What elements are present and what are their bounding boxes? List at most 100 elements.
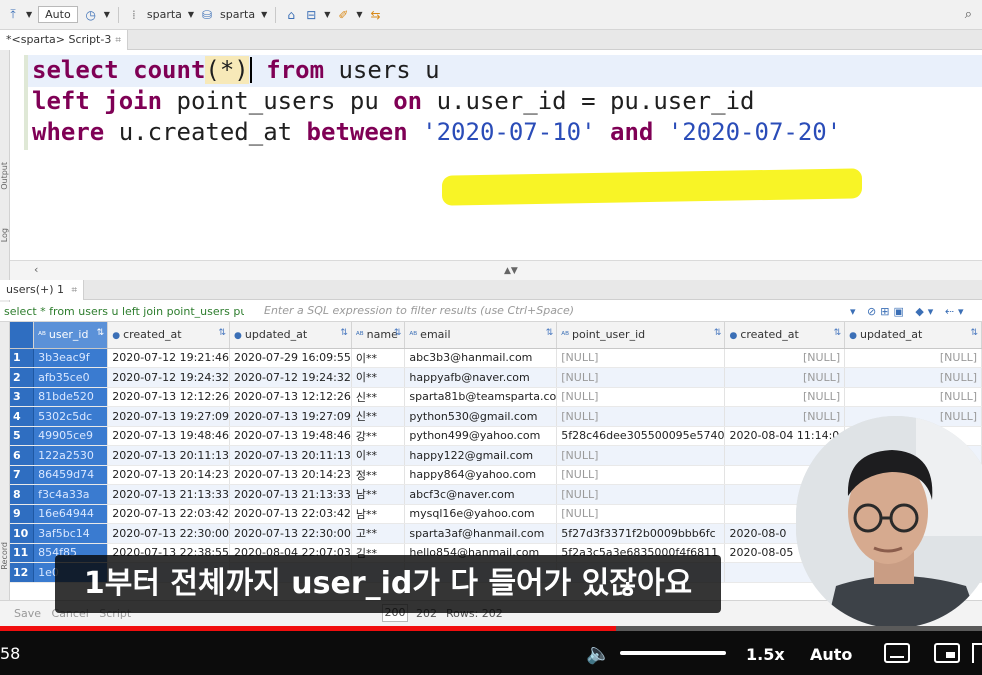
column-header-name[interactable]: ᴬᴮ name ⇅: [351, 322, 406, 349]
table-cell[interactable]: [NULL]: [556, 484, 726, 505]
table-cell[interactable]: 2020-07-13 19:48:46: [107, 426, 231, 446]
row-number[interactable]: 2: [10, 367, 35, 388]
table-cell[interactable]: [NULL]: [844, 387, 982, 407]
cell-user-id[interactable]: 81bde520: [33, 387, 109, 407]
panel-toggle-icon[interactable]: ▲▼: [504, 266, 518, 276]
table-cell[interactable]: [NULL]: [556, 445, 726, 466]
save-button[interactable]: Save: [14, 607, 41, 620]
quality-button[interactable]: Auto: [810, 645, 852, 664]
close-icon[interactable]: ⌗: [115, 35, 121, 46]
table-cell[interactable]: 2020-07-13 20:11:13: [107, 445, 231, 466]
volume-slider[interactable]: [620, 651, 726, 655]
table-cell[interactable]: [NULL]: [724, 406, 846, 427]
table-cell[interactable]: 2020-07-13 21:13:33: [107, 484, 231, 505]
cell-user-id[interactable]: 49905ce9: [33, 426, 109, 446]
table-cell[interactable]: [NULL]: [844, 367, 982, 388]
table-cell[interactable]: 2020-07-13 19:27:09: [229, 406, 352, 427]
table-cell[interactable]: [NULL]: [844, 348, 982, 368]
format-icon[interactable]: ⌂: [284, 8, 298, 22]
table-cell[interactable]: 2020-07-13 19:27:09: [107, 406, 231, 427]
chevron-down-icon[interactable]: ▼: [356, 10, 362, 19]
row-number[interactable]: 11: [10, 543, 35, 563]
table-cell[interactable]: python499@yahoo.com: [404, 426, 558, 446]
table-cell[interactable]: [NULL]: [556, 465, 726, 485]
table-cell[interactable]: 이**: [351, 367, 406, 388]
sort-icon[interactable]: ⇅: [714, 328, 722, 338]
sql-editor[interactable]: select count(*) from users u left join p…: [10, 50, 982, 260]
miniplayer-icon[interactable]: [934, 643, 960, 663]
table-cell[interactable]: 신**: [351, 406, 406, 427]
row-number[interactable]: 7: [10, 465, 35, 485]
table-cell[interactable]: [NULL]: [556, 367, 726, 388]
table-cell[interactable]: [NULL]: [556, 348, 726, 368]
filter-expression-input[interactable]: Enter a SQL expression to filter results…: [250, 303, 840, 321]
table-cell[interactable]: 이**: [351, 445, 406, 466]
table-cell[interactable]: 고**: [351, 523, 406, 544]
table-row[interactable]: 1 3b3eac9f 2020-07-12 19:21:46 2020-07-29 1…: [10, 348, 982, 368]
row-number[interactable]: 6: [10, 445, 35, 466]
cell-user-id[interactable]: afb35ce0: [33, 367, 109, 388]
table-cell[interactable]: 2020-07-13 20:11:13: [229, 445, 352, 466]
table-cell[interactable]: [NULL]: [724, 387, 846, 407]
table-cell[interactable]: 남**: [351, 484, 406, 505]
cell-user-id[interactable]: 122a2530: [33, 445, 109, 466]
output-panel-label[interactable]: Output: [0, 162, 10, 190]
table-row[interactable]: 3 81bde520 2020-07-13 12:12:26 2020-07-13 1…: [10, 387, 982, 407]
table-cell[interactable]: 2020-07-13 22:03:42: [229, 504, 352, 524]
cell-user-id[interactable]: 16e64944: [33, 504, 109, 524]
sort-icon[interactable]: ⇅: [970, 328, 978, 338]
table-cell[interactable]: [NULL]: [556, 387, 726, 407]
column-header-user-id[interactable]: ᴬᴮ user_id ⇅: [33, 322, 109, 349]
chevron-down-icon[interactable]: ▼: [324, 10, 330, 19]
filter-tool-icons[interactable]: ▾ ⊘⊞▣ ◆▾ ⇠▾: [850, 302, 968, 322]
table-cell[interactable]: 2020-07-13 22:30:00: [107, 523, 231, 544]
table-cell[interactable]: 남**: [351, 504, 406, 524]
column-header-pu-updated-at[interactable]: ● updated_at ⇅: [844, 322, 982, 349]
row-number[interactable]: 4: [10, 406, 35, 427]
sort-icon[interactable]: ⇅: [340, 328, 348, 338]
search-icon[interactable]: ⌕: [965, 7, 972, 22]
table-cell[interactable]: [NULL]: [724, 348, 846, 368]
table-cell[interactable]: 2020-07-13 20:14:23: [107, 465, 231, 485]
cell-user-id[interactable]: 3b3eac9f: [33, 348, 109, 368]
row-number[interactable]: 8: [10, 484, 35, 505]
table-cell[interactable]: 2020-07-29 16:09:55: [229, 348, 352, 368]
fullscreen-icon[interactable]: [972, 643, 982, 663]
table-cell[interactable]: 2020-07-13 12:12:26: [107, 387, 231, 407]
table-cell[interactable]: 2020-07-13 22:03:42: [107, 504, 231, 524]
cell-user-id[interactable]: 5302c5dc: [33, 406, 109, 427]
cell-user-id[interactable]: 3af5bc14: [33, 523, 109, 544]
table-row[interactable]: 4 5302c5dc 2020-07-13 19:27:09 2020-07-13 1…: [10, 406, 982, 427]
table-cell[interactable]: 2020-07-12 19:24:32: [107, 367, 231, 388]
table-cell[interactable]: [NULL]: [556, 406, 726, 427]
table-cell[interactable]: python530@gmail.com: [404, 406, 558, 427]
column-header-pu-created-at[interactable]: ● created_at ⇅: [724, 322, 846, 349]
cell-user-id[interactable]: 86459d74: [33, 465, 109, 485]
table-cell[interactable]: 정**: [351, 465, 406, 485]
navigate-icon[interactable]: ⇆: [369, 8, 383, 22]
sql-code[interactable]: select count(*) from users u left join p…: [32, 55, 841, 148]
datasource-selector[interactable]: sparta: [147, 8, 182, 21]
chevron-down-icon[interactable]: ▼: [26, 10, 32, 19]
table-cell[interactable]: happyafb@naver.com: [404, 367, 558, 388]
highlight-icon[interactable]: ⊟: [304, 8, 318, 22]
table-cell[interactable]: sparta3af@hanmail.com: [404, 523, 558, 544]
table-cell[interactable]: 2020-07-12 19:21:46: [107, 348, 231, 368]
row-number[interactable]: 5: [10, 426, 35, 446]
table-row[interactable]: 2 afb35ce0 2020-07-12 19:24:32 2020-07-12 1…: [10, 367, 982, 388]
sort-icon[interactable]: ⇅: [834, 328, 842, 338]
tab-script-3[interactable]: *<sparta> Script-3 ⌗: [0, 30, 128, 50]
table-cell[interactable]: mysql16e@yahoo.com: [404, 504, 558, 524]
table-cell[interactable]: 5f27d3f3371f2b0009bbb6fc: [556, 523, 726, 544]
table-cell[interactable]: 강**: [351, 426, 406, 446]
transaction-mode-icon[interactable]: ⤒: [6, 7, 20, 22]
column-header-email[interactable]: ᴬᴮ email ⇅: [404, 322, 558, 349]
column-header-created-at[interactable]: ● created_at ⇅: [107, 322, 231, 349]
table-cell[interactable]: 5f28c46dee305500095e5740: [556, 426, 726, 446]
row-number[interactable]: 12: [10, 562, 35, 583]
table-cell[interactable]: 2020-07-13 12:12:26: [229, 387, 352, 407]
sort-icon[interactable]: ⇅: [394, 328, 402, 338]
row-number[interactable]: 9: [10, 504, 35, 524]
commit-mode-selector[interactable]: Auto: [38, 6, 78, 23]
sort-icon[interactable]: ⇅: [97, 328, 105, 338]
